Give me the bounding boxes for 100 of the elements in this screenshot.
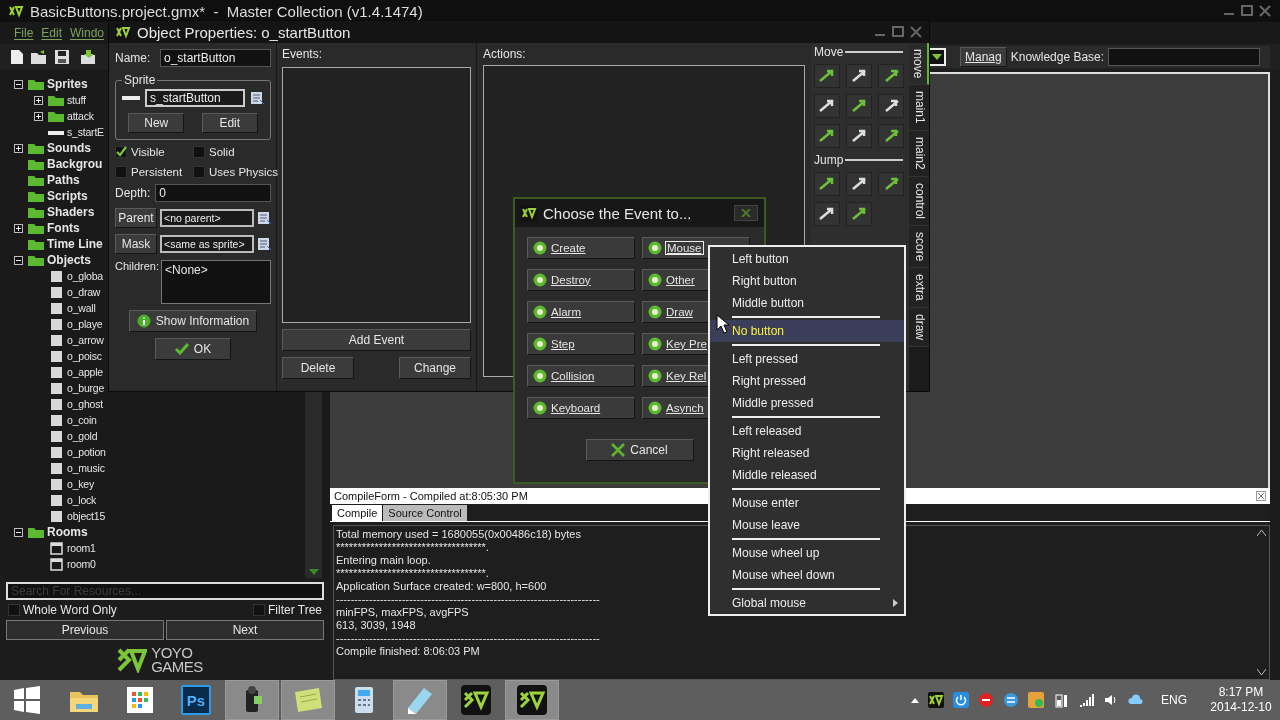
- checkbox[interactable]: [193, 166, 205, 178]
- tree-item[interactable]: Paths: [47, 173, 80, 187]
- tab[interactable]: score: [909, 225, 929, 269]
- menu-item[interactable]: Mouse wheel down: [710, 564, 904, 586]
- name-field[interactable]: o_startButton: [160, 49, 271, 67]
- expand-toggle[interactable]: [34, 111, 43, 121]
- checkbox[interactable]: [8, 604, 20, 616]
- tree-item[interactable]: room1: [67, 542, 96, 554]
- list-picker-icon[interactable]: [250, 91, 264, 105]
- tree-item[interactable]: o_gold: [67, 430, 98, 442]
- tree-item[interactable]: room0: [67, 558, 96, 570]
- tab[interactable]: Source Control: [383, 505, 467, 521]
- tree-item[interactable]: o_globa: [67, 270, 103, 282]
- taskbar-button[interactable]: [225, 680, 279, 720]
- list-picker-icon[interactable]: [257, 211, 271, 225]
- checkbox[interactable]: [193, 146, 205, 158]
- close-icon[interactable]: [1258, 5, 1272, 17]
- menu-item[interactable]: Right released: [710, 442, 904, 464]
- nav-button[interactable]: Next: [166, 620, 324, 640]
- tree-item[interactable]: o_apple: [67, 366, 103, 378]
- menu-item[interactable]: Left released: [710, 420, 904, 442]
- close-button[interactable]: [734, 205, 758, 221]
- menu-item[interactable]: No button: [710, 320, 904, 342]
- taskbar-button[interactable]: [505, 680, 559, 720]
- scroll-up-icon[interactable]: [1256, 530, 1266, 536]
- power-icon[interactable]: [953, 692, 969, 708]
- menu-item[interactable]: Windo: [70, 26, 105, 40]
- tree-item[interactable]: object15: [67, 510, 106, 522]
- tree-item[interactable]: o_poisc: [67, 350, 102, 362]
- cancel-button[interactable]: Cancel: [585, 439, 694, 461]
- tree-item[interactable]: Objects: [47, 253, 91, 267]
- tree-item[interactable]: Shaders: [47, 205, 95, 219]
- speaker-icon[interactable]: [1103, 692, 1119, 708]
- nav-button[interactable]: Previous: [6, 620, 164, 640]
- tray-expand-icon[interactable]: [911, 697, 919, 703]
- save-icon[interactable]: [54, 49, 70, 65]
- event-button[interactable]: Destroy: [527, 269, 635, 291]
- add-event-button[interactable]: Add Event: [282, 329, 471, 351]
- menu-item[interactable]: Mouse enter: [710, 492, 904, 514]
- language-indicator[interactable]: ENG: [1161, 693, 1187, 707]
- tree-item[interactable]: Scripts: [47, 189, 88, 203]
- tree-item[interactable]: attack: [67, 110, 94, 122]
- sprite-field[interactable]: s_startButton: [145, 89, 245, 107]
- tree-item[interactable]: o_lock: [67, 494, 97, 506]
- signal-icon[interactable]: [1078, 692, 1094, 708]
- expand-toggle[interactable]: [34, 95, 43, 105]
- export-icon[interactable]: [80, 49, 96, 65]
- tree-item[interactable]: o_key: [67, 478, 95, 490]
- tab[interactable]: move: [909, 43, 929, 86]
- select-button[interactable]: Mask: [115, 234, 157, 254]
- new-file-icon[interactable]: [10, 49, 24, 65]
- menu-item[interactable]: Middle released: [710, 464, 904, 486]
- tab[interactable]: draw: [909, 307, 929, 347]
- tree-item[interactable]: Time Line: [47, 237, 103, 251]
- menu-item[interactable]: Global mouse: [710, 592, 904, 614]
- knowledge-base-field[interactable]: [1108, 48, 1260, 66]
- tree-item[interactable]: Sprites: [47, 77, 88, 91]
- manage-button[interactable]: Manag: [960, 47, 1007, 67]
- event-button[interactable]: Change: [399, 357, 471, 379]
- show-information-button[interactable]: Show Information: [129, 310, 257, 332]
- tree-item[interactable]: o_burge: [67, 382, 105, 394]
- tree-item[interactable]: Rooms: [47, 525, 88, 539]
- checkbox[interactable]: [115, 146, 127, 158]
- list-picker-icon[interactable]: [257, 237, 271, 251]
- scroll-down-icon[interactable]: [1256, 669, 1266, 675]
- close-icon[interactable]: [1256, 491, 1266, 501]
- expand-toggle[interactable]: [14, 527, 23, 537]
- ok-button[interactable]: OK: [155, 338, 231, 360]
- maximize-icon[interactable]: [891, 26, 905, 38]
- tree-item[interactable]: o_playe: [67, 318, 103, 330]
- maximize-icon[interactable]: [1240, 5, 1254, 17]
- tab[interactable]: control: [909, 176, 929, 226]
- tree-item[interactable]: Sounds: [47, 141, 91, 155]
- menu-item[interactable]: Mouse wheel up: [710, 542, 904, 564]
- expand-toggle[interactable]: [14, 143, 23, 153]
- tree-item[interactable]: o_music: [67, 462, 105, 474]
- select-button[interactable]: Parent: [115, 208, 157, 228]
- event-button[interactable]: Keyboard: [527, 397, 635, 419]
- tree-item[interactable]: Backgrou: [47, 157, 103, 171]
- event-button[interactable]: Alarm: [527, 301, 635, 323]
- checkbox[interactable]: [253, 604, 265, 616]
- mask-field[interactable]: <same as sprite>: [160, 235, 254, 253]
- expand-toggle[interactable]: [14, 223, 23, 233]
- event-button[interactable]: Create: [527, 237, 635, 259]
- tree-item[interactable]: Fonts: [47, 221, 80, 235]
- tree-item[interactable]: o_ghost: [67, 398, 103, 410]
- stop-icon[interactable]: [978, 692, 994, 708]
- sprite-button[interactable]: New: [128, 113, 185, 133]
- tree-item[interactable]: o_arrow: [67, 334, 104, 346]
- tree-item[interactable]: o_draw: [67, 286, 101, 298]
- open-folder-icon[interactable]: [30, 49, 48, 65]
- sprite-button[interactable]: Edit: [201, 113, 258, 133]
- tree-item[interactable]: s_startE: [67, 126, 104, 138]
- tree-item[interactable]: o_coin: [67, 414, 97, 426]
- menu-item[interactable]: Edit: [41, 26, 63, 40]
- taskbar-button[interactable]: Ps: [168, 680, 224, 720]
- event-button[interactable]: Step: [527, 333, 635, 355]
- parent-field[interactable]: <no parent>: [160, 209, 254, 227]
- tab[interactable]: main1: [909, 85, 929, 132]
- app-logo-icon[interactable]: [928, 692, 944, 708]
